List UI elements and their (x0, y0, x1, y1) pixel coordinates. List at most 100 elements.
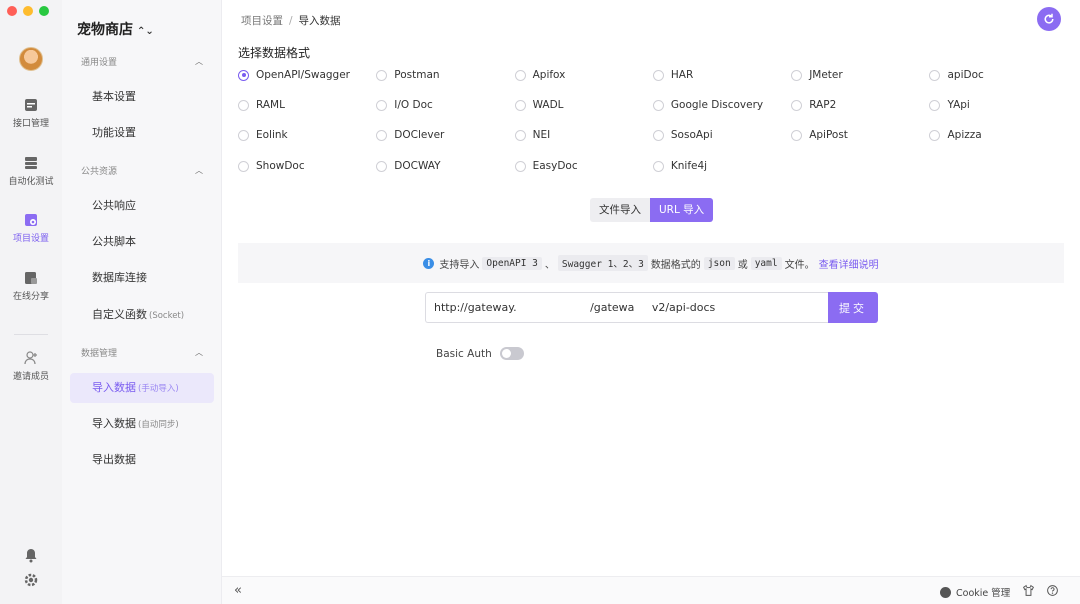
group-data-management[interactable]: 数据管理 ︿ (81, 346, 203, 359)
format-option-openapi-swagger[interactable]: OpenAPI/Swagger (238, 69, 376, 81)
format-option-eolink[interactable]: Eolink (238, 129, 376, 141)
sidebar-item-custom-function[interactable]: 自定义函数 (Socket) (70, 300, 214, 330)
basic-auth-toggle[interactable] (500, 347, 524, 360)
format-option-apizza[interactable]: Apizza (929, 129, 1067, 141)
format-option-sosoapi[interactable]: SosoApi (652, 129, 791, 141)
format-option-easydoc[interactable]: EasyDoc (514, 160, 653, 172)
close-window-button[interactable] (7, 6, 17, 16)
radio-icon (929, 129, 941, 141)
invite-member-icon (24, 351, 37, 365)
format-option-showdoc[interactable]: ShowDoc (238, 160, 376, 172)
rail-item-share[interactable]: 在线分享 (0, 270, 62, 302)
format-row-4: ShowDoc DOCWAY EasyDoc Knife4j (238, 160, 1068, 172)
import-mode-switch: 文件导入 URL 导入 (590, 198, 714, 222)
rail-divider (14, 334, 48, 335)
chevron-updown-icon: ⌃⌄ (137, 26, 154, 37)
radio-icon (514, 129, 526, 141)
radio-icon (791, 129, 803, 141)
radio-icon (376, 69, 388, 81)
breadcrumb-current: 导入数据 (298, 15, 341, 27)
radio-icon (376, 99, 388, 111)
main-content: 项目设置 / 导入数据 选择数据格式 OpenAPI/Swagger Postman… (222, 0, 1080, 604)
gear-icon[interactable] (23, 572, 39, 588)
maximize-window-button[interactable] (39, 6, 49, 16)
sidebar-item-basic-settings[interactable]: 基本设置 (70, 82, 214, 112)
format-option-docway[interactable]: DOCWAY (376, 160, 514, 172)
bell-icon[interactable] (23, 547, 39, 563)
minimize-window-button[interactable] (23, 6, 33, 16)
breadcrumb: 项目设置 / 导入数据 (241, 15, 341, 27)
api-icon (25, 99, 37, 111)
shirt-icon[interactable] (1022, 584, 1035, 597)
group-public-resources[interactable]: 公共资源 ︿ (81, 164, 203, 177)
file-import-tab[interactable]: 文件导入 (590, 198, 650, 222)
radio-icon (929, 99, 941, 111)
format-option-apifox[interactable]: Apifox (514, 69, 653, 81)
format-option-raml[interactable]: RAML (238, 99, 376, 111)
radio-checked-icon (238, 69, 249, 81)
url-input[interactable] (425, 292, 828, 323)
collapse-sidebar-icon[interactable]: « (234, 583, 242, 598)
format-option-apidoc[interactable]: apiDoc (929, 69, 1067, 81)
radio-icon (238, 160, 249, 172)
project-settings-icon (25, 214, 37, 226)
cookie-manager-button[interactable]: Cookie 管理 (940, 585, 1010, 599)
url-import-tab[interactable]: URL 导入 (650, 198, 714, 222)
format-option-google-discovery[interactable]: Google Discovery (652, 99, 791, 111)
format-option-jmeter[interactable]: JMeter (791, 69, 929, 81)
radio-icon (929, 69, 941, 81)
window-controls (7, 6, 49, 16)
radio-icon (238, 129, 249, 141)
chevron-up-icon: ︿ (195, 348, 203, 357)
format-option-wadl[interactable]: WADL (514, 99, 653, 111)
help-icon[interactable] (1046, 584, 1059, 597)
basic-auth-label: Basic Auth (436, 348, 492, 360)
automation-icon (25, 157, 37, 169)
sidebar-item-export-data[interactable]: 导出数据 (70, 445, 214, 475)
radio-icon (652, 69, 664, 81)
radio-icon (376, 160, 388, 172)
share-icon (25, 272, 37, 284)
refresh-icon (1044, 13, 1054, 24)
radio-icon (652, 160, 664, 172)
sidebar-item-import-manual[interactable]: 导入数据 (手动导入) (70, 373, 214, 403)
format-option-postman[interactable]: Postman (376, 69, 514, 81)
sidebar-item-public-response[interactable]: 公共响应 (70, 191, 214, 221)
rail-item-project-settings[interactable]: 项目设置 (0, 212, 62, 244)
radio-icon (791, 99, 803, 111)
avatar[interactable] (19, 47, 43, 71)
radio-icon (238, 99, 249, 111)
sidebar-item-feature-settings[interactable]: 功能设置 (70, 118, 214, 148)
radio-icon (652, 99, 664, 111)
format-option-io-doc[interactable]: I/O Doc (376, 99, 514, 111)
rail-item-automation[interactable]: 自动化测试 (0, 155, 62, 187)
rail-item-invite-member[interactable]: 邀请成员 (0, 350, 62, 382)
chevron-up-icon: ︿ (195, 166, 203, 175)
group-general-settings[interactable]: 通用设置 ︿ (81, 55, 203, 68)
format-option-nei[interactable]: NEI (514, 129, 653, 141)
sidebar-item-public-script[interactable]: 公共脚本 (70, 227, 214, 257)
chevron-up-icon: ︿ (195, 57, 203, 66)
format-option-yapi[interactable]: YApi (929, 99, 1067, 111)
submit-button[interactable]: 提交 (828, 292, 878, 323)
radio-icon (514, 69, 526, 81)
radio-icon (652, 129, 664, 141)
format-row-1: OpenAPI/Swagger Postman Apifox HAR JMete… (238, 69, 1068, 81)
nav-rail: 接口管理 自动化测试 项目设置 在线分享 邀请成员 (0, 0, 62, 604)
refresh-button[interactable] (1037, 7, 1061, 31)
format-option-knife4j[interactable]: Knife4j (652, 160, 791, 172)
format-option-har[interactable]: HAR (652, 69, 791, 81)
format-option-apipost[interactable]: ApiPost (791, 129, 929, 141)
radio-icon (791, 69, 803, 81)
format-row-2: RAML I/O Doc WADL Google Discovery RAP2 … (238, 99, 1068, 111)
format-option-rap2[interactable]: RAP2 (791, 99, 929, 111)
format-option-doclever[interactable]: DOClever (376, 129, 514, 141)
details-link[interactable]: 查看详细说明 (819, 256, 879, 271)
breadcrumb-parent[interactable]: 项目设置 (241, 15, 283, 27)
sidebar-item-db-connection[interactable]: 数据库连接 (70, 263, 214, 293)
sidebar-item-import-auto[interactable]: 导入数据 (自动同步) (70, 409, 214, 439)
rail-item-api-management[interactable]: 接口管理 (0, 97, 62, 129)
info-icon: i (423, 257, 435, 269)
project-switcher[interactable]: 宠物商店 ⌃⌄ (77, 19, 154, 39)
radio-icon (514, 99, 526, 111)
